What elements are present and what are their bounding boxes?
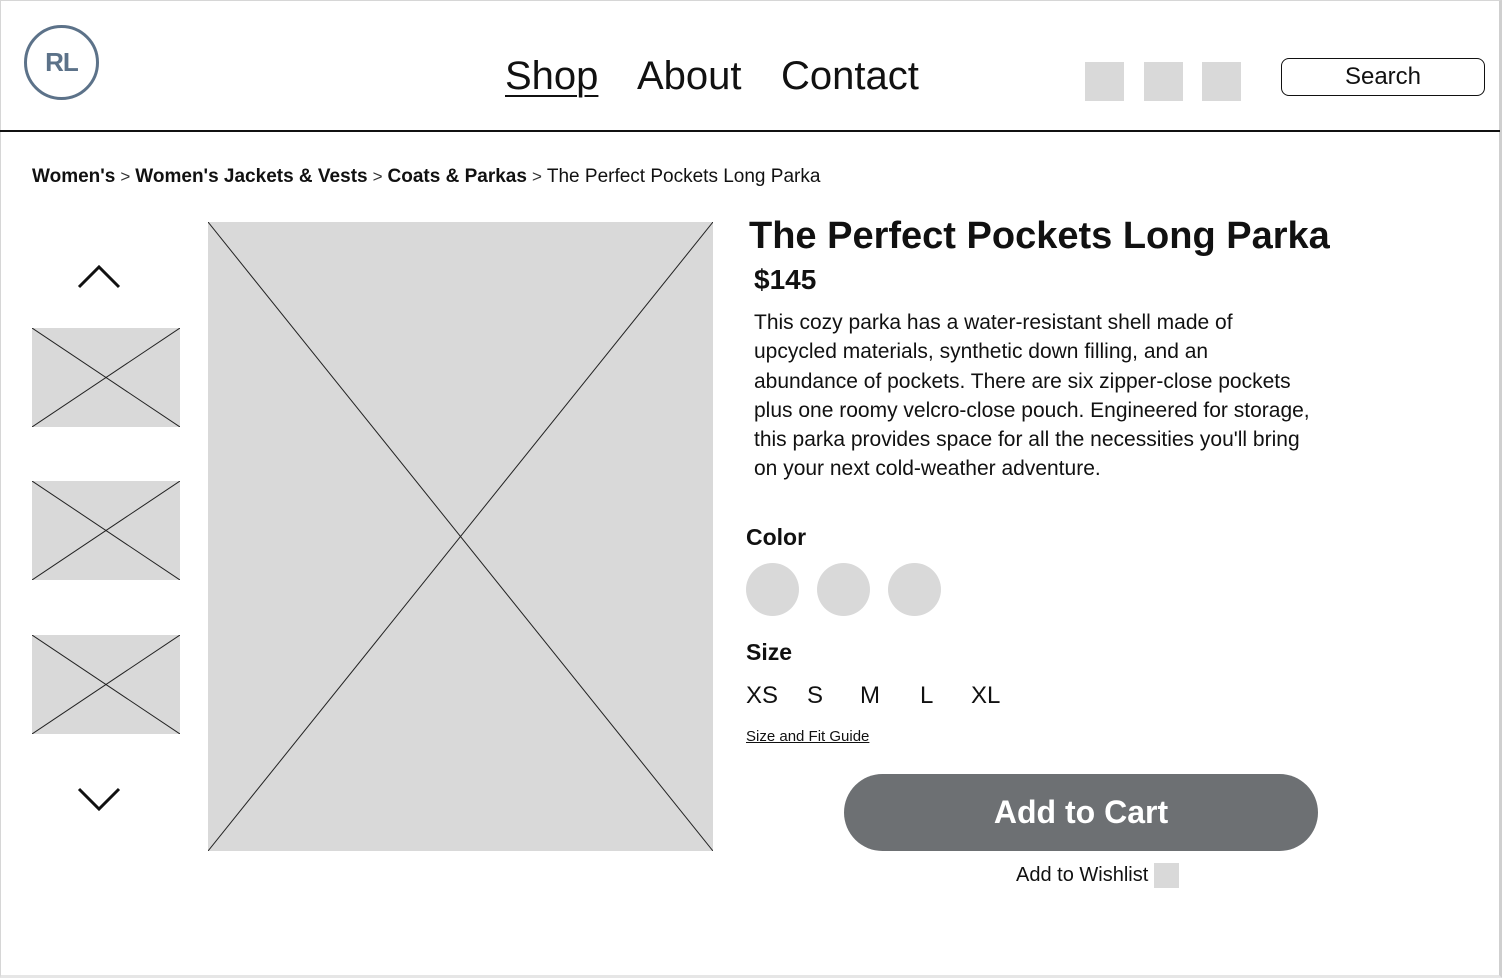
nav-contact[interactable]: Contact — [781, 54, 919, 99]
header-divider — [0, 130, 1500, 132]
size-option-m[interactable]: M — [860, 682, 880, 710]
breadcrumb-separator: > — [372, 167, 383, 186]
main-nav: Shop About Contact — [0, 54, 1502, 104]
breadcrumb-jackets-vests[interactable]: Women's Jackets & Vests — [135, 166, 367, 188]
color-swatch-3[interactable] — [888, 563, 941, 616]
thumbnail-1[interactable] — [32, 328, 180, 427]
product-price: $145 — [754, 264, 817, 295]
nav-shop[interactable]: Shop — [505, 54, 598, 99]
size-option-s[interactable]: S — [807, 682, 823, 710]
chevron-up-icon[interactable] — [76, 262, 122, 292]
header-placeholder-icon-3[interactable] — [1202, 62, 1241, 101]
add-to-wishlist-label[interactable]: Add to Wishlist — [1016, 864, 1148, 887]
nav-about[interactable]: About — [637, 54, 742, 99]
size-fit-guide-link[interactable]: Size and Fit Guide — [746, 728, 869, 745]
wishlist-checkbox[interactable] — [1154, 863, 1179, 888]
header-placeholder-icon-1[interactable] — [1085, 62, 1124, 101]
color-swatch-2[interactable] — [817, 563, 870, 616]
size-option-xs[interactable]: XS — [746, 682, 778, 710]
thumbnail-3[interactable] — [32, 635, 180, 734]
color-swatch-1[interactable] — [746, 563, 799, 616]
main-product-image — [208, 222, 713, 851]
color-label: Color — [746, 524, 807, 550]
search-button[interactable]: Search — [1281, 58, 1485, 96]
breadcrumb-separator: > — [120, 167, 131, 186]
chevron-down-icon[interactable] — [76, 784, 122, 814]
breadcrumb: Women's > Women's Jackets & Vests > Coat… — [32, 166, 820, 188]
size-label: Size — [746, 639, 793, 665]
breadcrumb-womens[interactable]: Women's — [32, 166, 115, 188]
thumbnail-2[interactable] — [32, 481, 180, 580]
add-to-cart-button[interactable]: Add to Cart — [844, 774, 1318, 851]
breadcrumb-coats-parkas[interactable]: Coats & Parkas — [388, 166, 527, 188]
breadcrumb-current: The Perfect Pockets Long Parka — [546, 166, 821, 187]
header-placeholder-icon-2[interactable] — [1144, 62, 1183, 101]
size-option-xl[interactable]: XL — [971, 682, 1000, 710]
product-description: This cozy parka has a water-resistant sh… — [754, 311, 1310, 481]
size-option-l[interactable]: L — [920, 682, 933, 710]
product-title: The Perfect Pockets Long Parka — [749, 215, 1330, 257]
breadcrumb-separator: > — [531, 167, 542, 186]
